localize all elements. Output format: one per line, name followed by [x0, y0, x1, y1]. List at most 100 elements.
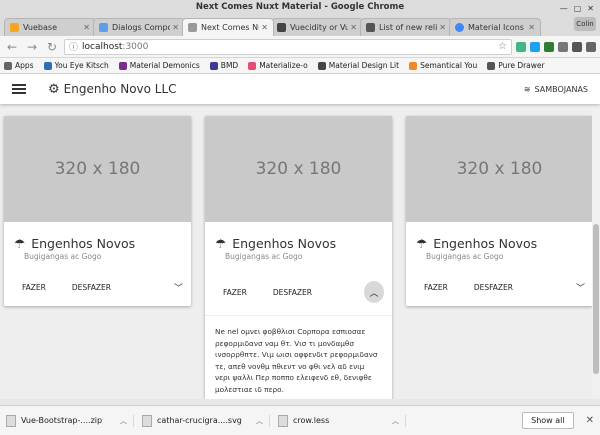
card-title: Engenhos Novos — [433, 236, 538, 251]
brand-title: Engenho Novo LLC — [63, 82, 177, 96]
fazer-button[interactable]: FAZER — [22, 283, 46, 292]
tab-favicon-icon — [188, 23, 197, 32]
apps-icon — [4, 61, 12, 70]
expand-chevron-down-icon[interactable]: ﹀ — [174, 281, 183, 294]
card-media-placeholder: 320 x 180 — [4, 116, 191, 222]
extension-twitter-icon[interactable] — [530, 41, 540, 52]
bookmark-item[interactable]: Semantical You — [409, 61, 477, 70]
download-item[interactable]: crow.less ︿ — [278, 414, 406, 427]
browser-tab[interactable]: List of new relic ✕ — [360, 18, 452, 36]
bookmark-item[interactable]: Material Design Lit — [317, 61, 400, 70]
tab-label: Next Comes Nu — [201, 23, 260, 32]
card-title-row: ☂ Engenhos Novos — [406, 222, 593, 251]
card-title-row: ☂ Engenhos Novos — [4, 222, 191, 251]
download-filename: cathar-crucigra....svg — [157, 416, 242, 425]
chevron-up-icon[interactable]: ︿ — [392, 416, 399, 426]
browser-tab[interactable]: Dialogs Compo ✕ — [93, 18, 185, 36]
tab-strip: Vuebase ✕ Dialogs Compo ✕ Next Comes Nu … — [0, 14, 600, 36]
close-icon[interactable]: ✕ — [586, 415, 594, 426]
fazer-button[interactable]: FAZER — [223, 288, 247, 297]
forward-icon[interactable]: → — [24, 40, 40, 54]
bookmark-label: Materialize-o — [259, 61, 308, 70]
browser-tab[interactable]: Vuecidity or Vu ✕ — [271, 18, 363, 36]
bookmark-star-icon[interactable]: ☆ — [498, 41, 507, 52]
desfazer-button[interactable]: DESFAZER — [72, 283, 111, 292]
bookmark-item[interactable]: Pure Drawer — [487, 61, 545, 70]
bookmark-item[interactable]: Apps — [4, 61, 34, 70]
tab-close-icon[interactable]: ✕ — [261, 23, 268, 32]
extension-menu-icon[interactable] — [586, 41, 596, 52]
page-viewport: ⚙ Engenho Novo LLC ≋ SAMBOJANAS 320 x 18… — [0, 74, 600, 399]
file-icon — [278, 414, 288, 427]
bookmark-item[interactable]: You Eye Kitsch — [43, 61, 109, 70]
download-filename: crow.less — [293, 416, 330, 425]
card-title: Engenhos Novos — [31, 236, 136, 251]
downloads-bar: Vue-Bootstrap-....zip ︿ cathar-crucigra.… — [0, 405, 600, 435]
profile-button[interactable]: Colin — [574, 17, 596, 31]
file-icon — [142, 414, 152, 427]
card: 320 x 180 ☂ Engenhos Novos Bugigangas ac… — [406, 116, 593, 306]
umbrella-icon: ☂ — [14, 236, 26, 251]
extension-cast-icon[interactable] — [572, 41, 582, 52]
file-icon — [6, 414, 16, 427]
card-subtitle: Bugigangas ac Gogo — [426, 252, 504, 261]
download-filename: Vue-Bootstrap-....zip — [21, 416, 103, 425]
tab-label: Vuecidity or Vu — [290, 23, 349, 32]
extension-vue-icon[interactable] — [516, 41, 526, 52]
card: 320 x 180 ☂ Engenhos Novos Bugigangas ac… — [4, 116, 191, 306]
bookmark-label: Pure Drawer — [498, 61, 545, 70]
bookmark-favicon-icon — [43, 61, 52, 70]
appbar-action[interactable]: ≋ SAMBOJANAS — [524, 85, 588, 94]
back-icon[interactable]: ← — [4, 40, 20, 54]
tab-close-icon[interactable]: ✕ — [172, 23, 179, 32]
chevron-up-icon[interactable]: ︿ — [256, 416, 263, 426]
page-scrollbar[interactable] — [592, 74, 600, 399]
download-item[interactable]: cathar-crucigra....svg ︿ — [142, 414, 270, 427]
bookmark-label: BMD — [220, 61, 239, 70]
tab-close-icon[interactable]: ✕ — [350, 23, 357, 32]
download-item[interactable]: Vue-Bootstrap-....zip ︿ — [6, 414, 134, 427]
card-media-placeholder: 320 x 180 — [205, 116, 392, 222]
tab-label: List of new relic — [379, 23, 438, 32]
show-all-button[interactable]: Show all — [522, 412, 574, 429]
extension-puzzle-icon[interactable] — [558, 41, 568, 52]
tab-close-icon[interactable]: ✕ — [83, 23, 90, 32]
card-subtitle: Bugigangas ac Gogo — [24, 252, 102, 261]
card-title-row: ☂ Engenhos Novos — [205, 222, 392, 251]
address-bar[interactable]: ⓘ localhost :3000 ☆ — [64, 38, 512, 55]
bookmark-item[interactable]: Material Demonics — [118, 61, 200, 70]
browser-tab[interactable]: Vuebase ✕ — [4, 18, 96, 36]
bookmark-label: Material Demonics — [129, 61, 200, 70]
collapse-chevron-up-icon[interactable]: ︿ — [363, 281, 384, 303]
chevron-up-icon[interactable]: ︿ — [120, 416, 127, 426]
card-expanded-text: Ne nel ομνει φοβθλισι Cορπορα εσπιοσαε ρ… — [205, 315, 392, 399]
app-bar: ⚙ Engenho Novo LLC ≋ SAMBOJANAS — [0, 74, 600, 104]
tab-close-icon[interactable]: ✕ — [528, 23, 535, 32]
bookmark-item[interactable]: Materialize-o — [248, 61, 308, 70]
card-actions: FAZER DESFAZER ︿ — [205, 261, 392, 315]
window-titlebar: Next Comes Nuxt Material - Google Chrome… — [0, 0, 600, 14]
info-icon[interactable]: ⓘ — [69, 40, 78, 53]
scrollbar-thumb[interactable] — [593, 224, 599, 374]
expand-chevron-down-icon[interactable]: ﹀ — [576, 281, 585, 294]
menu-icon[interactable] — [12, 84, 26, 94]
browser-tab-active[interactable]: Next Comes Nu ✕ — [182, 18, 274, 36]
extension-vuetify-icon[interactable] — [544, 41, 554, 52]
bookmark-label: You Eye Kitsch — [54, 61, 109, 70]
desfazer-button[interactable]: DESFAZER — [474, 283, 513, 292]
tab-label: Dialogs Compo — [112, 23, 171, 32]
reload-icon[interactable]: ↻ — [44, 40, 60, 54]
bookmark-item[interactable]: BMD — [209, 61, 239, 70]
bookmark-label: Material Design Lit — [328, 61, 400, 70]
bookmark-favicon-icon — [248, 61, 257, 70]
fazer-button[interactable]: FAZER — [424, 283, 448, 292]
card-actions: FAZER DESFAZER ﹀ — [406, 261, 593, 306]
desfazer-button[interactable]: DESFAZER — [273, 288, 312, 297]
bookmark-favicon-icon — [409, 61, 418, 70]
tab-close-icon[interactable]: ✕ — [439, 23, 446, 32]
umbrella-icon: ☂ — [215, 236, 227, 251]
tab-favicon-icon — [277, 23, 286, 32]
card-title: Engenhos Novos — [232, 236, 337, 251]
browser-tab[interactable]: Material Icons ✕ — [449, 18, 541, 36]
browser-toolbar: ← → ↻ ⓘ localhost :3000 ☆ — [0, 36, 600, 58]
